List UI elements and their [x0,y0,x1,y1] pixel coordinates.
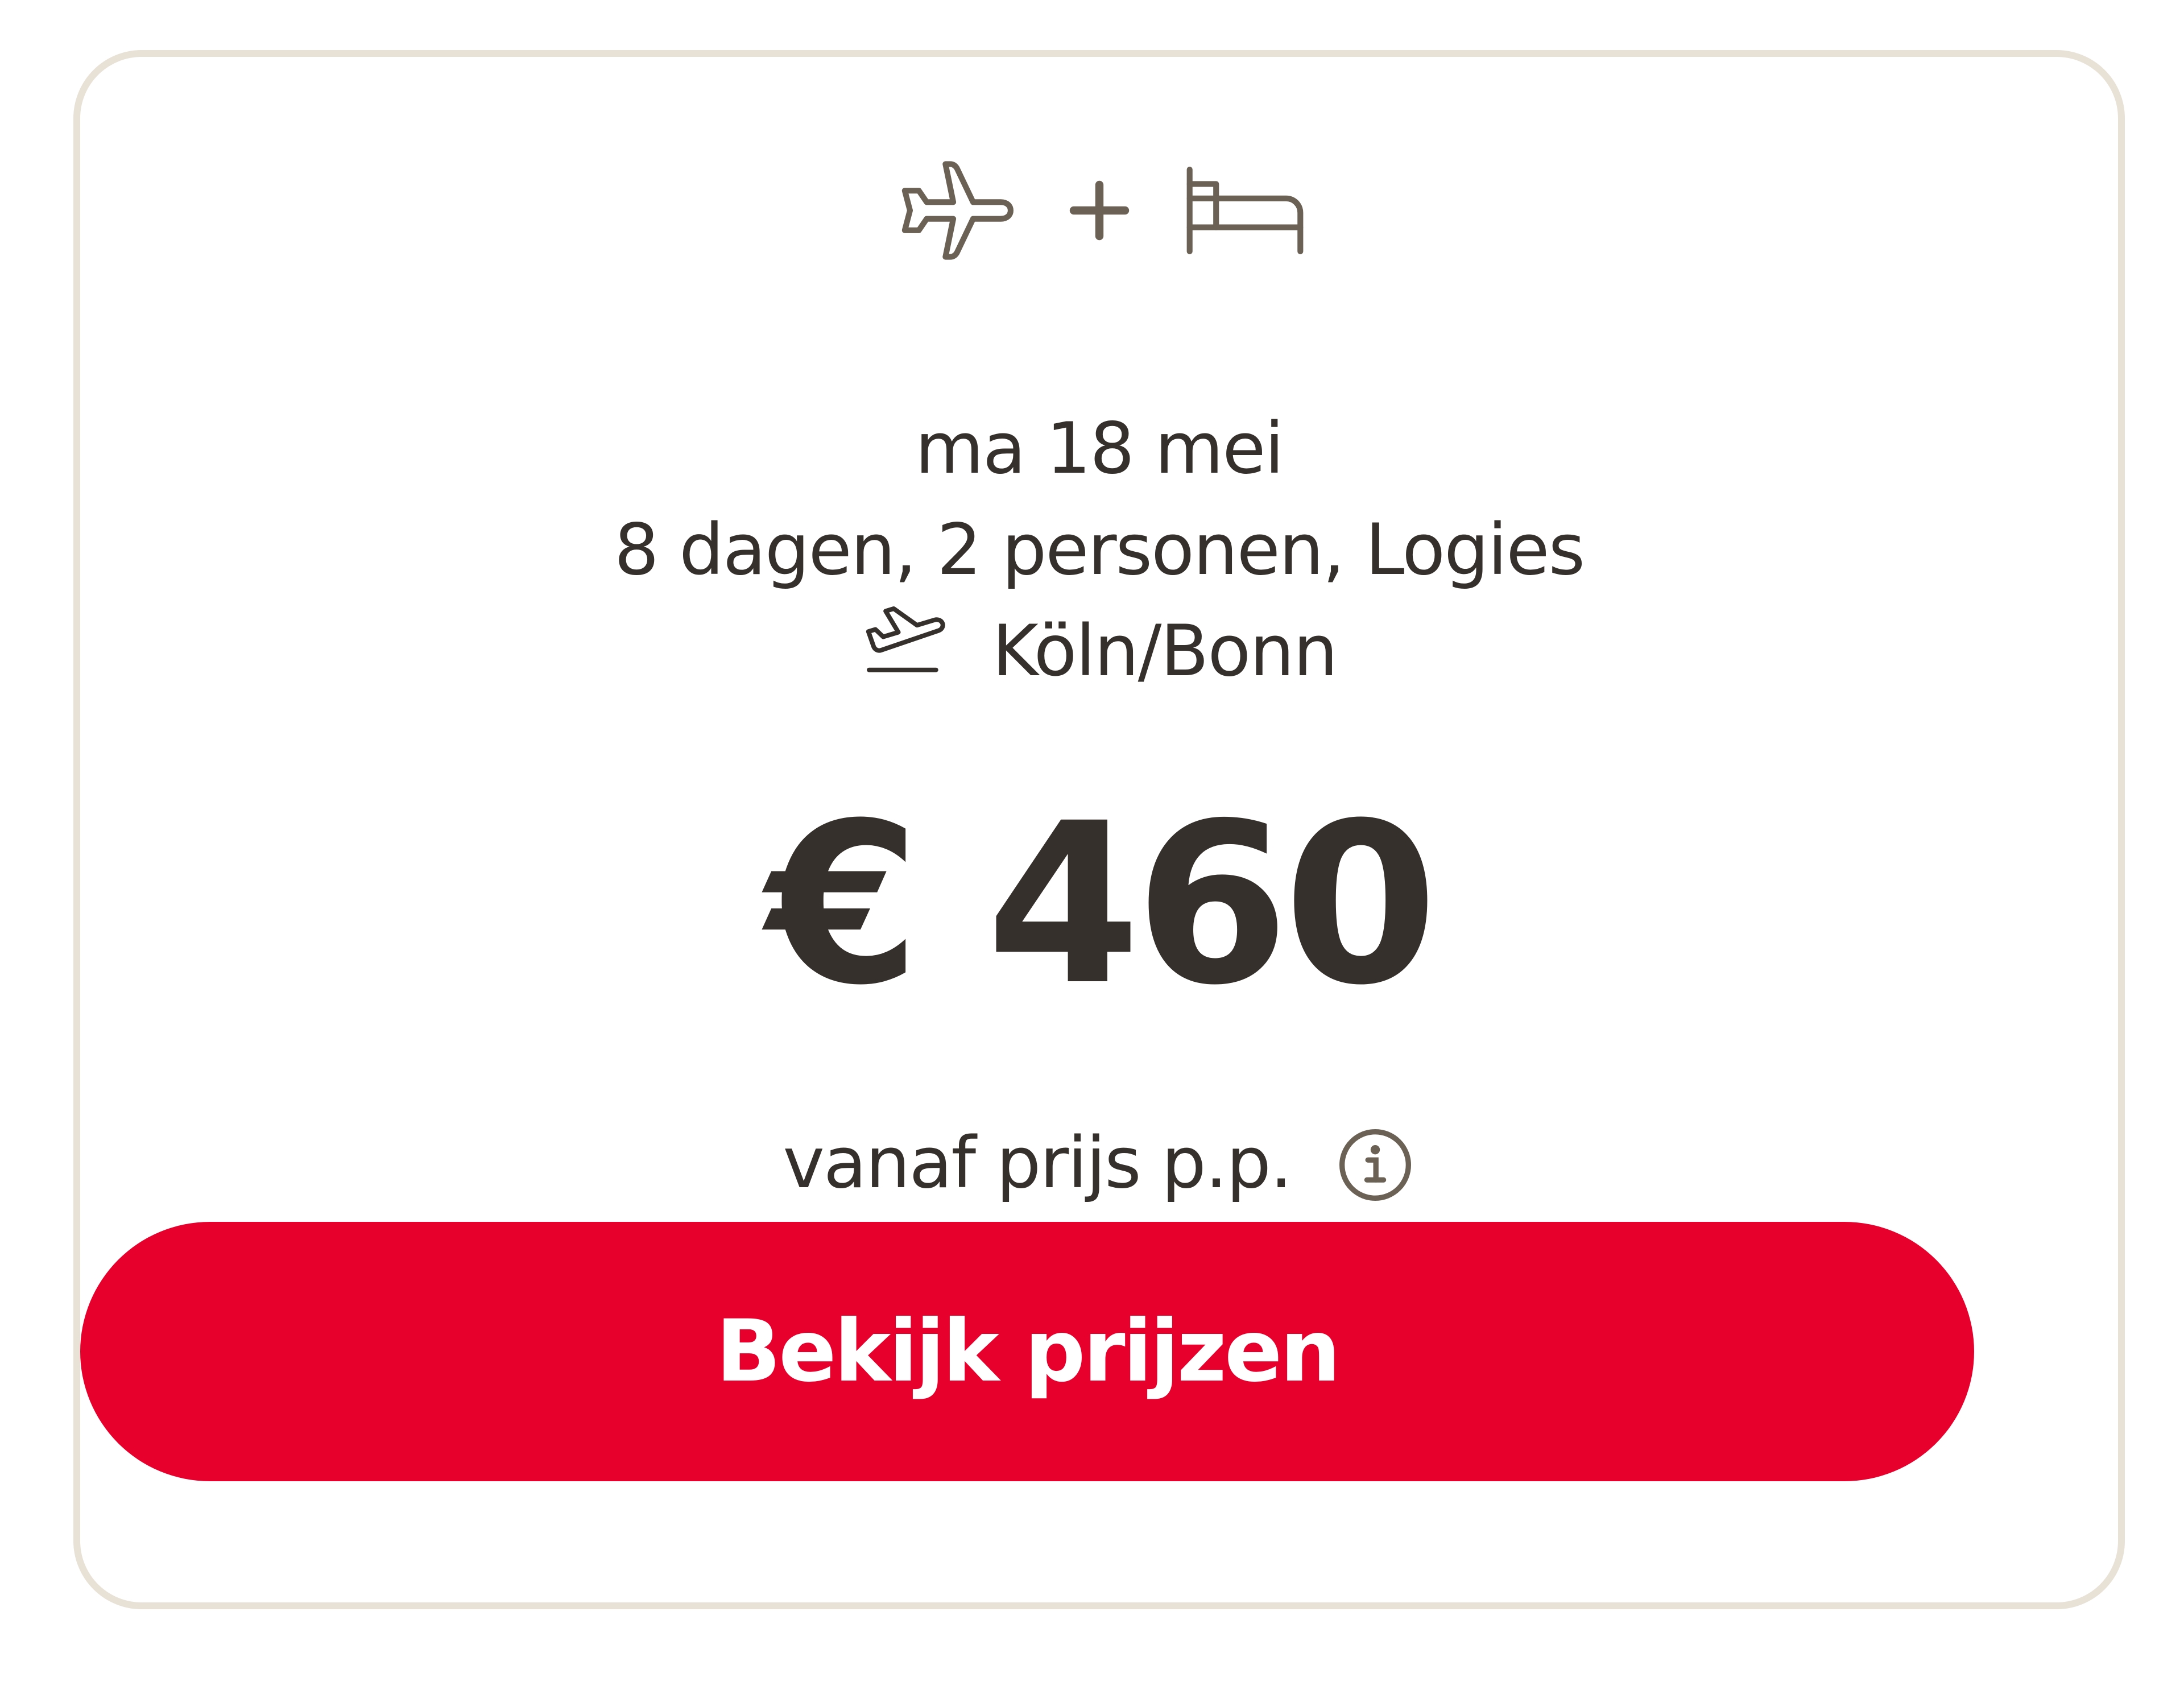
view-prices-button[interactable]: Bekijk prijzen [80,1222,1974,1481]
info-icon[interactable] [1291,1105,1415,1222]
departure-plane-icon [862,601,992,702]
offer-details: ma 18 mei 8 dagen, 2 personen, Logies Kö… [80,398,2118,702]
departure-airport-row: Köln/Bonn [80,601,2118,702]
bed-icon [1182,162,1308,259]
departure-airport: Köln/Bonn [992,610,1338,692]
price-note: vanaf prijs p.p. [783,1122,1293,1204]
package-type-icons [80,148,2118,273]
trip-summary: 8 dagen, 2 personen, Logies [614,509,1585,591]
plus-icon [1069,180,1130,241]
departure-date: ma 18 mei [915,408,1284,490]
plane-icon [891,148,1016,273]
price-note-row: vanaf prijs p.p. [80,1115,2118,1212]
price-amount: € 460 [766,775,1438,1034]
